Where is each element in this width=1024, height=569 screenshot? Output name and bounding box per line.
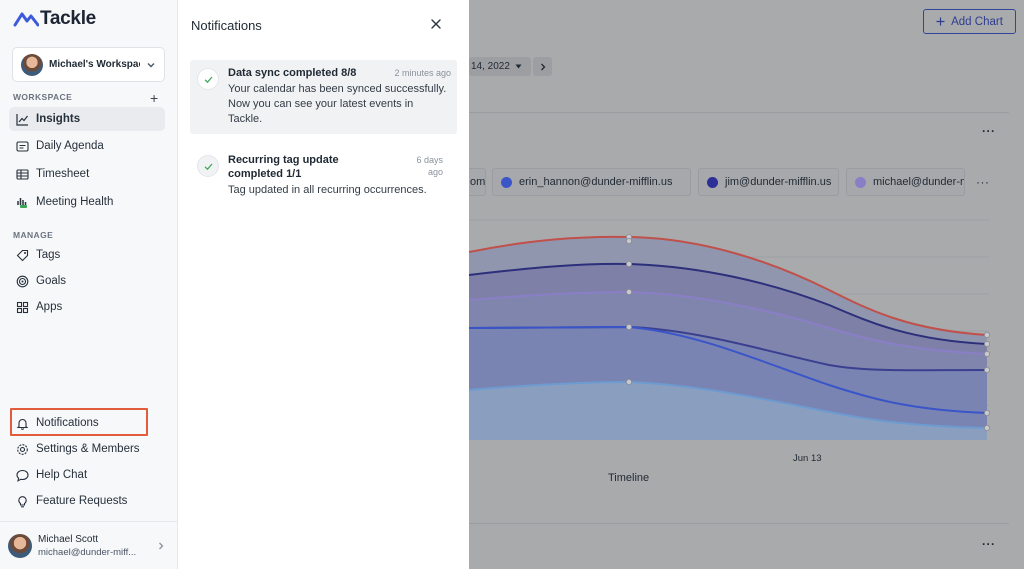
gear-icon [17,443,28,455]
notification-time: 6 days ago [416,155,443,177]
sidebar-item-timesheet[interactable]: Timesheet [9,162,165,186]
check-icon [197,155,219,177]
notification-body: Your calendar has been synced successful… [228,83,447,125]
chat-icon [16,469,29,482]
notification-title: Recurring tag update completed 1/1 [228,154,339,180]
bar-chart-icon [17,198,27,208]
stacked-area-chart [469,219,991,440]
legend-more-icon[interactable]: ··· [976,175,990,189]
legend-label: erin_hannon@dunder-mifflin.us [519,176,673,188]
x-axis-label: Timeline [608,472,650,484]
sidebar-item-label: Feature Requests [36,495,128,507]
legend-chip[interactable]: jim@dunder-mifflin.us [698,168,839,196]
app-logo[interactable]: Tackle [13,8,96,30]
user-email: michael@dunder-miff... [38,546,137,558]
manage-section-label: MANAGE [13,230,54,240]
second-chart-card [469,523,1009,569]
legend-dot [855,176,866,188]
legend-dot [707,176,718,188]
workspace-name: Michael's Workspace [49,59,140,70]
sidebar-item-label: Goals [36,275,67,287]
chevron-right-icon [159,542,164,549]
legend-label: om [470,176,486,188]
legend-chip[interactable]: om [469,168,486,196]
sidebar-item-feature-requests[interactable]: Feature Requests [9,489,165,513]
workspace-avatar [21,53,43,76]
sidebar-item-label: Daily Agenda [36,140,104,152]
notification-item[interactable]: Recurring tag update completed 1/1 6 day… [190,147,457,207]
sidebar-item-insights[interactable]: Insights [9,107,165,131]
user-name: Michael Scott [38,533,99,545]
chevron-right-icon [540,63,545,70]
legend-label: michael@dunder-m [873,176,965,188]
notification-body: Tag updated in all recurring occurrences… [228,184,427,196]
more-options-icon[interactable]: ··· [982,124,996,138]
workspace-selector[interactable]: Michael's Workspace [12,47,165,82]
notification-item[interactable]: Data sync completed 8/8 2 minutes ago Yo… [190,60,457,134]
notification-time: 2 minutes ago [394,68,451,78]
caret-down-icon [515,64,522,69]
date-label: 14, 2022 [471,61,510,72]
sidebar-item-daily-agenda[interactable]: Daily Agenda [9,134,165,158]
grid-icon [16,301,29,313]
sidebar-item-label: Settings & Members [36,443,140,455]
legend-dot [501,176,512,188]
dashboard-overlay[interactable]: Add Chart 14, 2022 ··· om erin_hannon@du… [469,0,1024,569]
legend-chip[interactable]: michael@dunder-m [846,168,965,196]
agenda-icon [16,140,29,152]
sidebar-item-label: Meeting Health [36,196,114,208]
chart-line-icon [16,113,28,126]
legend-chip[interactable]: erin_hannon@dunder-mifflin.us [492,168,691,196]
legend-label: jim@dunder-mifflin.us [725,176,832,188]
sidebar-item-tags[interactable]: Tags [9,243,165,267]
table-icon [16,168,29,180]
add-chart-label: Add Chart [951,15,1003,28]
sidebar-item-label: Apps [36,301,63,313]
notifications-highlight-box [10,408,148,436]
plus-icon [936,17,945,26]
app-name: Tackle [40,8,96,29]
sidebar-item-label: Timesheet [36,168,90,180]
panel-title: Notifications [191,18,262,33]
check-icon [197,68,219,90]
sidebar: Tackle Michael's Workspace WORKSPACE + I… [0,0,178,569]
more-options-icon[interactable]: ··· [982,537,996,551]
sidebar-item-settings-members[interactable]: Settings & Members [9,437,165,461]
target-icon [16,275,29,287]
user-menu[interactable]: Michael Scott michael@dunder-miff... [0,521,178,569]
sidebar-item-help-chat[interactable]: Help Chat [9,463,165,487]
tag-icon [16,249,29,261]
chevron-down-icon [147,62,155,67]
sidebar-item-goals[interactable]: Goals [9,269,165,293]
sidebar-item-label: Tags [36,249,61,261]
sidebar-item-apps[interactable]: Apps [9,295,165,319]
notification-title: Data sync completed 8/8 [228,67,357,79]
sidebar-item-label: Help Chat [36,469,88,481]
user-avatar [8,533,32,558]
sidebar-item-meeting-health[interactable]: Meeting Health [9,190,165,214]
add-chart-button[interactable]: Add Chart [923,9,1016,34]
sidebar-item-label: Insights [36,113,81,125]
lightbulb-icon [18,495,27,507]
tackle-logo-icon [13,12,39,27]
next-date-button[interactable] [533,57,552,76]
x-axis-tick: Jun 13 [793,453,822,464]
close-icon[interactable] [428,16,444,32]
add-workspace-item-button[interactable]: + [150,90,158,106]
date-range-selector[interactable]: 14, 2022 [469,57,531,76]
notifications-panel: Notifications Data sync completed 8/8 2 … [178,0,469,569]
workspace-section-label: WORKSPACE [13,92,73,102]
